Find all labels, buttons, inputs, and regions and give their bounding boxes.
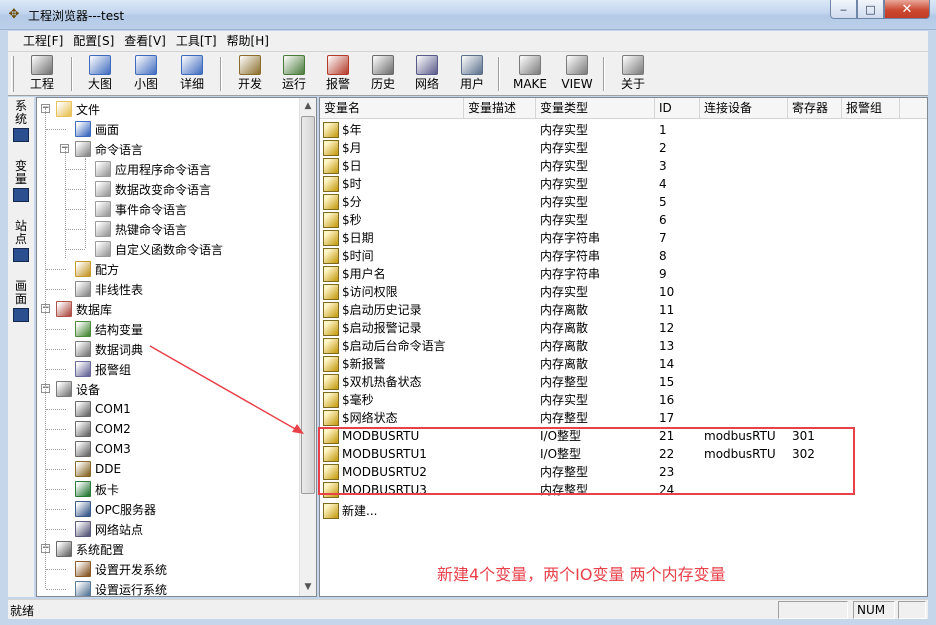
status-text: 就绪 [10, 604, 35, 618]
annotation-arrow [149, 345, 304, 434]
status-pane-empty [778, 601, 848, 619]
status-pane-empty-2 [898, 601, 926, 619]
num-lock-indicator: NUM [853, 601, 895, 619]
status-bar: 就绪 NUM [8, 599, 928, 619]
annotation-text: 新建4个变量，两个IO变量 两个内存变量 [437, 565, 726, 584]
